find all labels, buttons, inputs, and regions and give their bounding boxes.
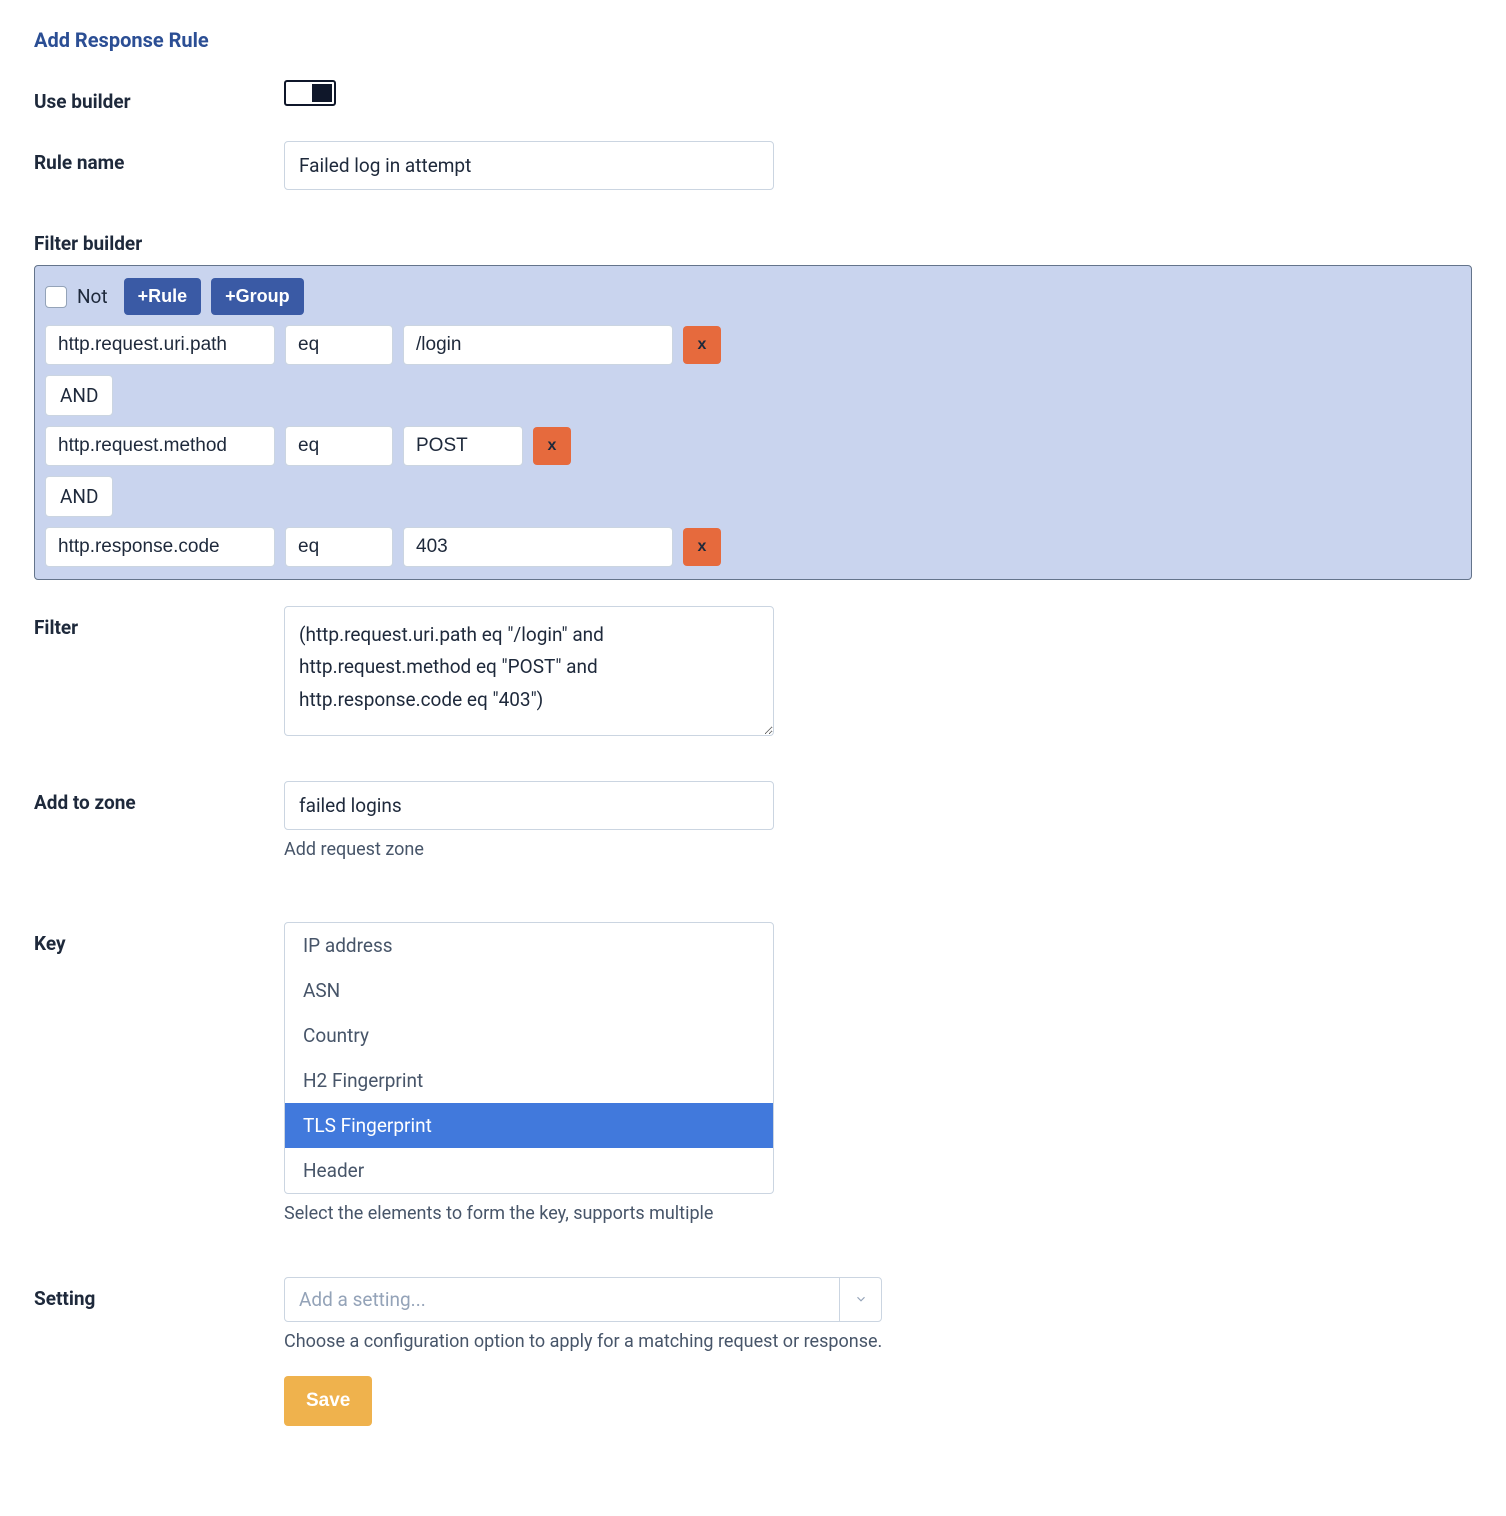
add-to-zone-label: Add to zone xyxy=(34,781,284,814)
rule-field-input[interactable] xyxy=(45,527,275,567)
key-label: Key xyxy=(34,922,284,955)
filter-label: Filter xyxy=(34,606,284,639)
key-helper: Select the elements to form the key, sup… xyxy=(284,1202,774,1226)
delete-rule-button[interactable]: x xyxy=(683,528,721,566)
add-to-zone-input[interactable] xyxy=(284,781,774,830)
rule-op-input[interactable] xyxy=(285,426,393,466)
rule-op-input[interactable] xyxy=(285,527,393,567)
setting-helper: Choose a configuration option to apply f… xyxy=(284,1330,882,1354)
key-option[interactable]: H2 Fingerprint xyxy=(285,1058,773,1103)
rule-value-input[interactable] xyxy=(403,325,673,365)
setting-label: Setting xyxy=(34,1277,284,1310)
not-checkbox[interactable] xyxy=(45,286,67,308)
key-option[interactable]: IP address xyxy=(285,923,773,968)
key-option[interactable]: TLS Fingerprint xyxy=(285,1103,773,1148)
add-group-button[interactable]: +Group xyxy=(211,278,304,315)
delete-rule-button[interactable]: x xyxy=(683,326,721,364)
rule-op-input[interactable] xyxy=(285,325,393,365)
not-label: Not xyxy=(77,285,108,308)
rule-value-input[interactable] xyxy=(403,426,523,466)
filter-textarea[interactable] xyxy=(284,606,774,736)
rule-field-input[interactable] xyxy=(45,325,275,365)
use-builder-label: Use builder xyxy=(34,80,284,113)
delete-rule-button[interactable]: x xyxy=(533,427,571,465)
rule-value-input[interactable] xyxy=(403,527,673,567)
key-option[interactable]: Country xyxy=(285,1013,773,1058)
filter-builder-panel: Not +Rule +Group x AND x AND x xyxy=(34,265,1472,580)
rule-name-input[interactable] xyxy=(284,141,774,190)
setting-placeholder: Add a setting... xyxy=(285,1278,839,1321)
add-rule-button[interactable]: +Rule xyxy=(124,278,202,315)
add-to-zone-helper: Add request zone xyxy=(284,838,774,862)
rule-row: x xyxy=(45,527,1461,567)
save-button[interactable]: Save xyxy=(284,1376,372,1426)
page-title: Add Response Rule xyxy=(34,28,1472,52)
rule-row: x xyxy=(45,426,1461,466)
key-listbox[interactable]: IP addressASNCountryH2 FingerprintTLS Fi… xyxy=(284,922,774,1194)
rule-name-label: Rule name xyxy=(34,141,284,174)
conjunction-selector[interactable]: AND xyxy=(45,375,113,416)
use-builder-toggle[interactable] xyxy=(284,80,336,106)
rule-field-input[interactable] xyxy=(45,426,275,466)
setting-select[interactable]: Add a setting... xyxy=(284,1277,882,1322)
key-option[interactable]: ASN xyxy=(285,968,773,1013)
conjunction-selector[interactable]: AND xyxy=(45,476,113,517)
chevron-down-icon xyxy=(839,1278,881,1321)
filter-builder-label: Filter builder xyxy=(34,232,1472,255)
key-option[interactable]: Header xyxy=(285,1148,773,1193)
rule-row: x xyxy=(45,325,1461,365)
